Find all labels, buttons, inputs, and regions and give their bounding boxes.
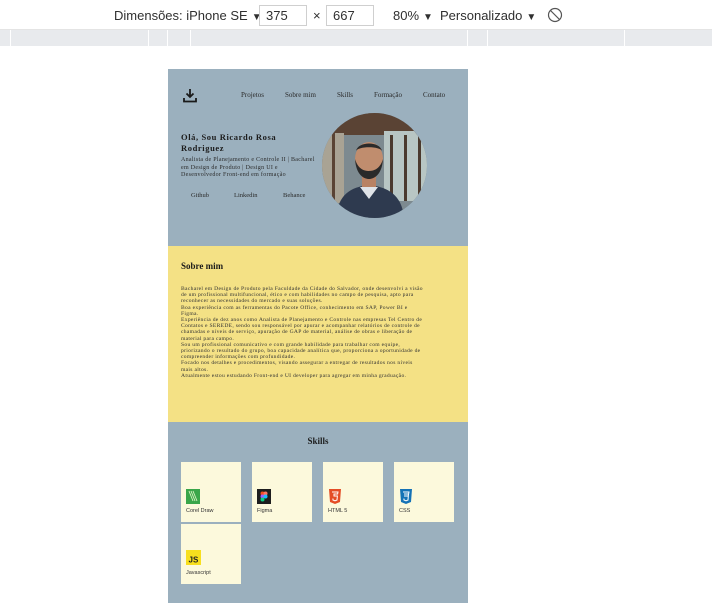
- skill-card-coreldraw: Corel Draw: [181, 462, 241, 522]
- skill-card-html5: HTML 5: [323, 462, 383, 522]
- skill-card-figma: Figma: [252, 462, 312, 522]
- skills-title: Skills: [307, 436, 329, 446]
- figma-icon: [257, 489, 271, 504]
- skill-label: Javascript: [186, 570, 211, 576]
- nav-link-projetos[interactable]: Projetos: [241, 91, 264, 99]
- nav-link-sobre-mim[interactable]: Sobre mim: [285, 91, 316, 99]
- hero-description: Analista de Planejamento e Controle II |…: [181, 157, 315, 178]
- about-text: Bacharel em Design de Produto pela Facul…: [181, 286, 426, 379]
- width-input[interactable]: [259, 5, 307, 26]
- throttle-label: Personalizado: [440, 8, 523, 23]
- html5-icon: [329, 489, 341, 504]
- skill-card-javascript: JS Javascript: [181, 524, 241, 584]
- about-section: Sobre mim Bacharel em Design de Produto …: [168, 246, 468, 422]
- media-query-ruler: [0, 30, 712, 46]
- skill-label: Figma: [257, 508, 273, 514]
- dimension-separator: ×: [313, 8, 321, 23]
- about-paragraph: Focado nos detalhes e procedimentos, vis…: [181, 360, 413, 373]
- about-paragraph: Atualmente estou estudando Front-end e U…: [181, 372, 407, 379]
- device-select[interactable]: Dimensões: iPhone SE ▼: [114, 8, 262, 23]
- height-input[interactable]: [326, 5, 374, 26]
- nav-link-contato[interactable]: Contato: [423, 91, 445, 99]
- chevron-down-icon: ▼: [423, 12, 433, 23]
- about-paragraph: Boa experiência com as ferramentas do Pa…: [181, 304, 408, 317]
- hero-section: Projetos Sobre mim Skills Formação Conta…: [168, 69, 468, 246]
- download-icon[interactable]: [183, 88, 197, 103]
- chevron-down-icon: ▼: [526, 12, 537, 23]
- skills-section: Skills Corel Draw Figma HTML 5 CSS JS Ja…: [168, 422, 468, 603]
- skill-label: Corel Draw: [186, 508, 214, 514]
- about-title: Sobre mim: [181, 261, 224, 271]
- device-label: Dimensões: iPhone SE: [114, 8, 248, 23]
- zoom-label: 80%: [393, 8, 420, 23]
- throttle-select[interactable]: Personalizado ▼: [440, 8, 536, 23]
- about-paragraph: Bacharel em Design de Produto pela Facul…: [181, 286, 423, 305]
- nav-link-formacao[interactable]: Formação: [374, 91, 402, 99]
- device-viewport: Projetos Sobre mim Skills Formação Conta…: [168, 69, 468, 603]
- hero-title: Olá, Sou Ricardo Rosa Rodriguez: [181, 132, 277, 153]
- svg-text:JS: JS: [189, 556, 199, 565]
- skill-card-css: CSS: [394, 462, 454, 522]
- skill-label: HTML 5: [328, 508, 348, 514]
- behance-link[interactable]: Behance: [283, 192, 305, 199]
- rotate-icon[interactable]: [547, 7, 563, 23]
- nav-link-skills[interactable]: Skills: [337, 91, 353, 99]
- skill-label: CSS: [399, 508, 411, 514]
- about-paragraph: Sou um profissional comunicativo e com g…: [181, 341, 421, 361]
- profile-photo: [322, 113, 427, 218]
- zoom-select[interactable]: 80% ▼: [393, 8, 433, 23]
- coreldraw-icon: [186, 489, 200, 504]
- css3-icon: [400, 489, 412, 504]
- linkedin-link[interactable]: Linkedin: [234, 192, 257, 199]
- about-paragraph: Experiência de dez anos como Analista de…: [181, 317, 423, 342]
- device-toolbar: Dimensões: iPhone SE▼ × 80%▼ Personaliza…: [0, 0, 712, 30]
- github-link[interactable]: Github: [191, 192, 209, 199]
- javascript-icon: JS: [186, 550, 201, 565]
